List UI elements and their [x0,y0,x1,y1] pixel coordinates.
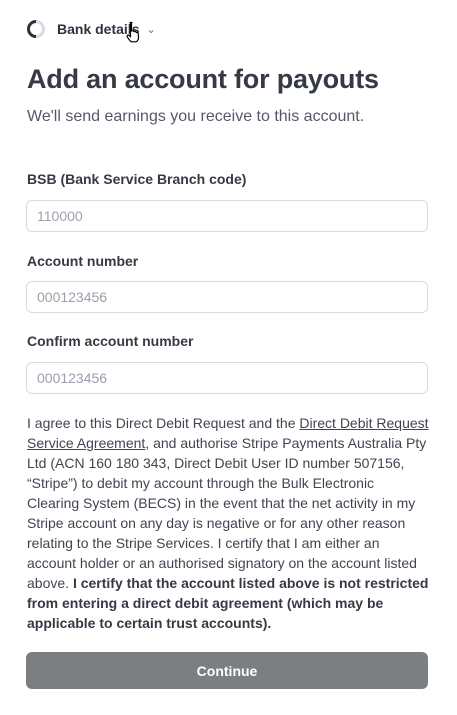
bsb-label: BSB (Bank Service Branch code) [27,171,247,187]
confirm-account-number-label: Confirm account number [27,333,194,349]
mandate-text-start: I agree to this Direct Debit Request and… [27,415,300,431]
account-number-input[interactable] [26,281,428,313]
mandate-text: I agree to this Direct Debit Request and… [27,413,429,633]
account-number-label: Account number [27,253,139,269]
continue-button[interactable]: Continue [26,652,428,689]
bsb-input[interactable] [26,200,428,232]
mandate-text-body: , and authorise Stripe Payments Australi… [27,435,427,591]
progress-ring-icon [27,20,45,38]
pointer-cursor-icon [126,21,140,43]
confirm-account-number-input[interactable] [26,362,428,394]
page-title: Add an account for payouts [27,64,379,94]
chevron-down-icon: ⌄ [146,23,156,36]
mandate-certification: I certify that the account listed above … [27,575,429,631]
page-subtitle: We'll send earnings you receive to this … [27,108,365,125]
